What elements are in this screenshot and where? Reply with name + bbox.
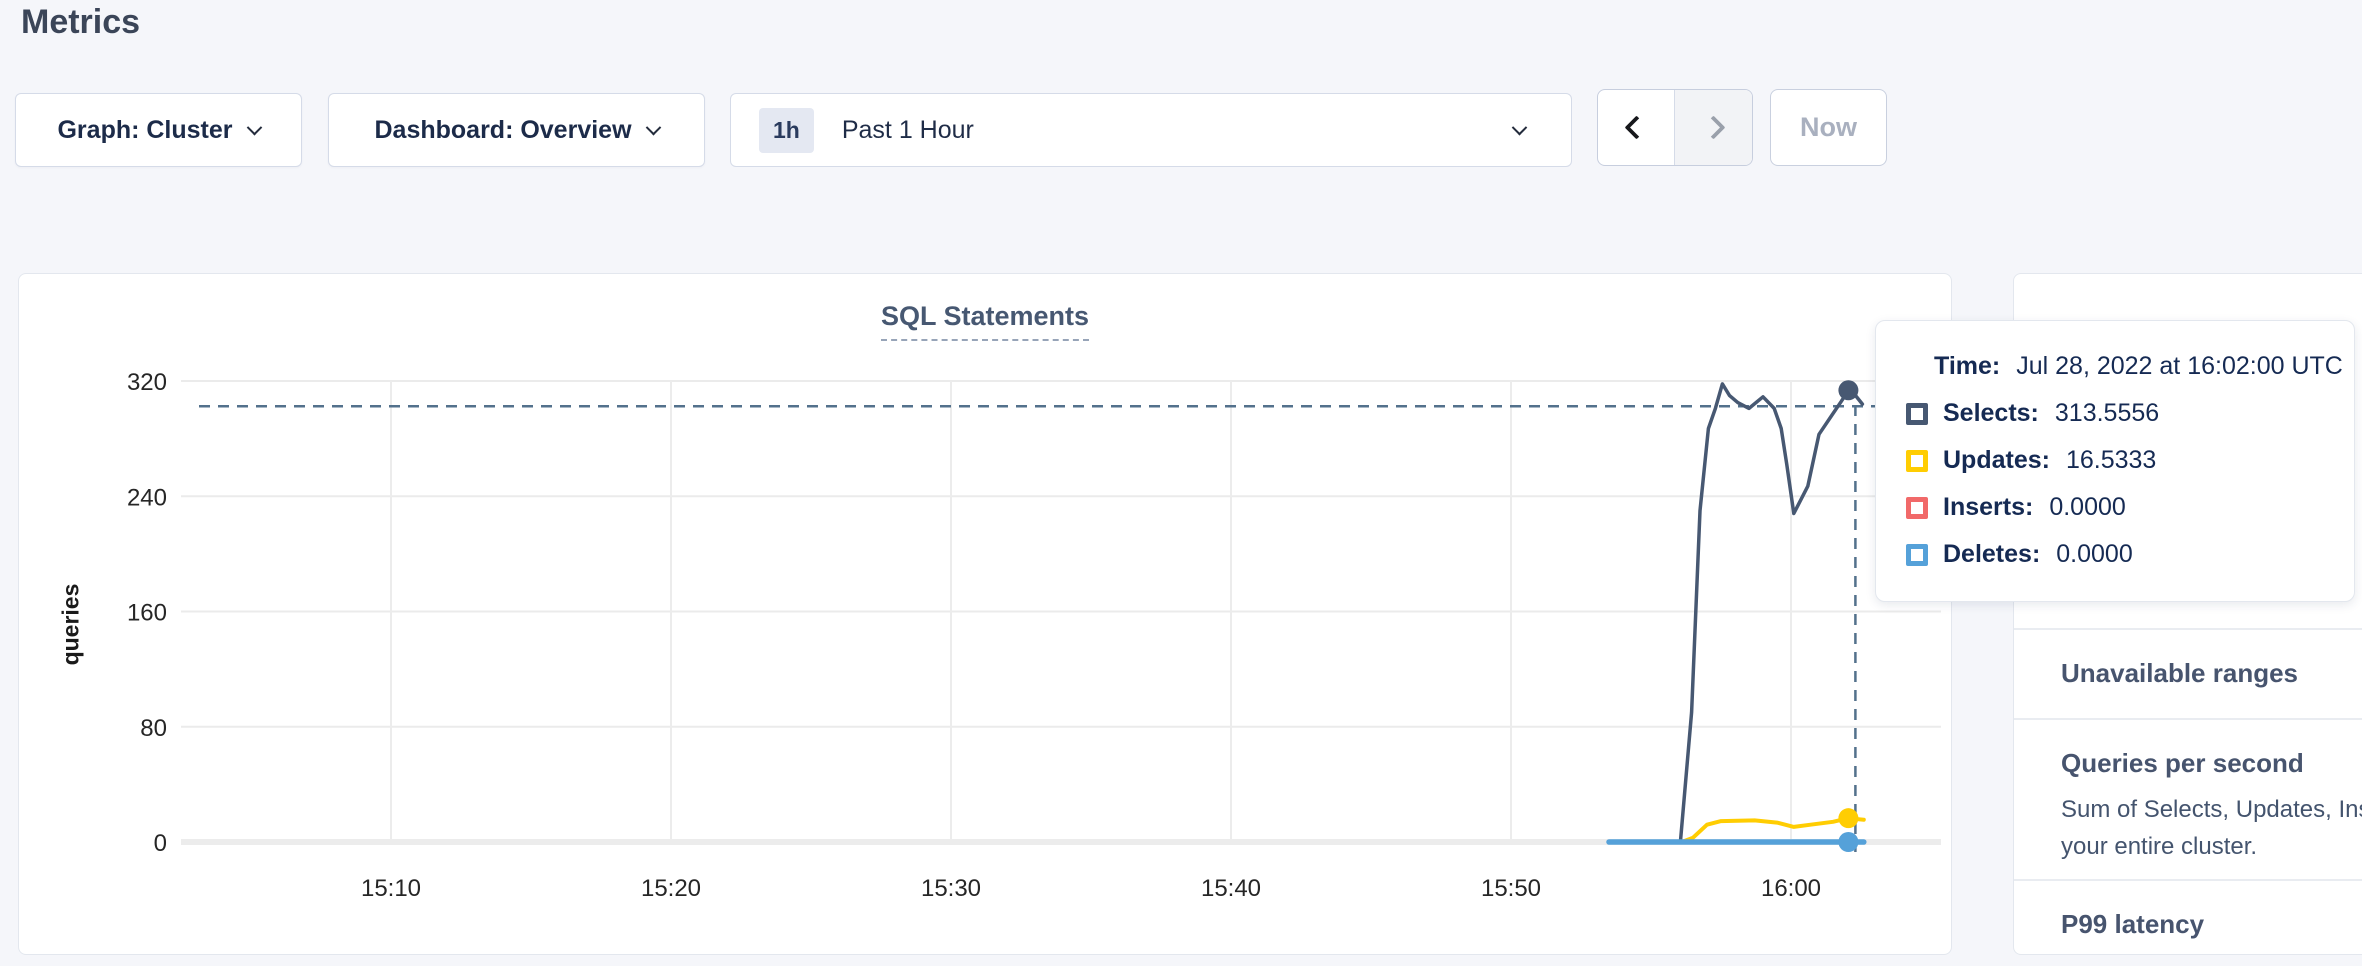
now-button[interactable]: Now (1770, 89, 1887, 166)
sidebar-heading: Unavailable ranges (2061, 658, 2362, 689)
hover-marker-deletes (1838, 832, 1858, 852)
time-range-dropdown[interactable]: 1h Past 1 Hour (730, 93, 1572, 167)
time-pager (1597, 89, 1753, 166)
sidebar-section-queries-per-second: Queries per second Sum of Selects, Updat… (2014, 718, 2362, 879)
graph-scope-dropdown[interactable]: Graph: Cluster (15, 93, 302, 167)
updates-legend-icon (1906, 450, 1928, 472)
tooltip-time-row: Time: Jul 28, 2022 at 16:02:00 UTC (1906, 353, 2354, 380)
chevron-left-icon (1624, 115, 1648, 139)
tooltip-row-updates: Updates: 16.5333 (1906, 447, 2354, 474)
chevron-right-icon (1701, 115, 1725, 139)
tooltip-row-selects: Selects: 313.5556 (1906, 400, 2354, 427)
tooltip-time-value: Jul 28, 2022 at 16:02:00 UTC (2016, 352, 2343, 381)
hover-marker-selects (1838, 380, 1858, 400)
x-tick-label: 15:40 (1201, 875, 1261, 902)
time-range-label: Past 1 Hour (842, 116, 974, 145)
x-tick-label: 15:10 (361, 875, 421, 902)
previous-timeframe-button[interactable] (1598, 90, 1675, 165)
x-tick-label: 15:20 (641, 875, 701, 902)
chevron-down-icon (1512, 119, 1528, 135)
graph-scope-dropdown-label: Graph: Cluster (57, 116, 232, 145)
y-axis-label: queries (58, 565, 85, 685)
y-tick-label: 320 (127, 369, 167, 396)
chart-title[interactable]: SQL Statements (881, 301, 1089, 341)
sidebar-heading: P99 latency (2061, 909, 2362, 940)
chevron-down-icon (645, 119, 661, 135)
sql-statements-chart-card: 0 80 160 240 320 15:10 15:20 15:30 15:40 15:50 16:… (18, 273, 1952, 955)
y-tick-label: 0 (154, 830, 167, 857)
dashboard-dropdown[interactable]: Dashboard: Overview (328, 93, 705, 167)
sidebar-section-p99-latency: P99 latency (2014, 879, 2362, 955)
x-tick-label: 15:30 (921, 875, 981, 902)
y-tick-label: 160 (127, 600, 167, 627)
selects-legend-icon (1906, 403, 1928, 425)
inserts-legend-icon (1906, 497, 1928, 519)
deletes-legend-icon (1906, 544, 1928, 566)
tooltip-row-deletes: Deletes: 0.0000 (1906, 541, 2354, 568)
metrics-page: Metrics Graph: Cluster Dashboard: Overvi… (0, 0, 2362, 966)
chevron-down-icon (246, 119, 262, 135)
sidebar-description: Sum of Selects, Updates, Inser your enti… (2061, 791, 2362, 865)
tooltip-time-label: Time: (1934, 352, 2000, 381)
chart-hover-tooltip: Time: Jul 28, 2022 at 16:02:00 UTC Selec… (1875, 320, 2355, 602)
tooltip-row-inserts: Inserts: 0.0000 (1906, 494, 2354, 521)
y-tick-label: 240 (127, 484, 167, 511)
time-range-badge: 1h (759, 108, 814, 153)
x-tick-label: 15:50 (1481, 875, 1541, 902)
sql-statements-chart[interactable]: 0 80 160 240 320 15:10 15:20 15:30 15:40 15:50 16:… (19, 274, 1953, 956)
next-timeframe-button[interactable] (1675, 90, 1752, 165)
page-title: Metrics (21, 3, 140, 42)
y-tick-label: 80 (140, 715, 167, 742)
chart-title-wrap: SQL Statements (19, 301, 1951, 341)
x-tick-label: 16:00 (1761, 875, 1821, 902)
hover-marker-updates (1838, 808, 1858, 828)
series-line-updates (1615, 818, 1864, 842)
sidebar-heading: Queries per second (2061, 748, 2362, 779)
sidebar-section-unavailable-ranges: Unavailable ranges (2014, 628, 2362, 718)
series-line-selects (1615, 384, 1863, 842)
dashboard-dropdown-label: Dashboard: Overview (374, 116, 631, 145)
